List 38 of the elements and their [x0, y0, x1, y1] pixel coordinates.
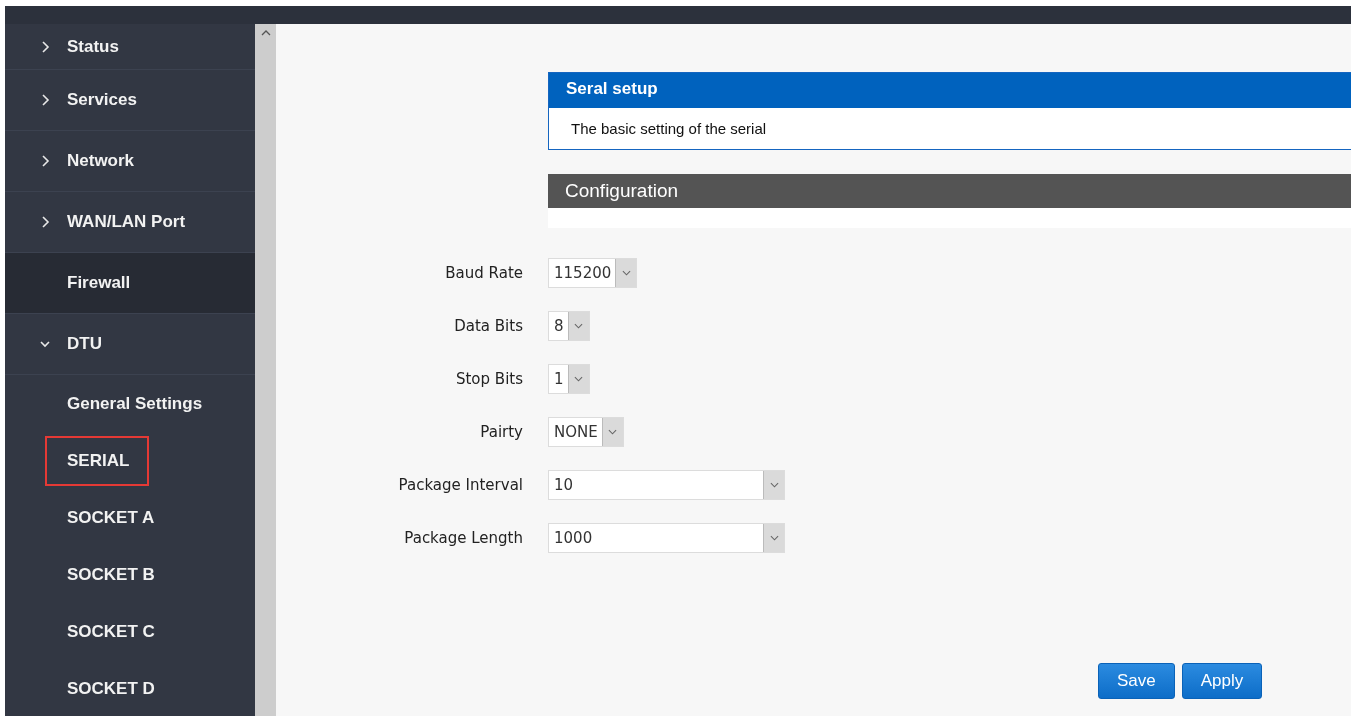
dropdown[interactable]: 1000: [548, 523, 785, 553]
dropdown[interactable]: NONE: [548, 417, 624, 447]
field-label: Baud Rate: [444, 264, 523, 282]
sidebar-item[interactable]: Firewall: [5, 253, 255, 314]
action-button[interactable]: Save: [1098, 663, 1175, 699]
sidebar-item[interactable]: SOCKET B: [5, 546, 255, 603]
caret-icon: [763, 471, 784, 499]
chevron-right-icon: [40, 155, 50, 167]
sidebar-item[interactable]: SOCKET A: [5, 489, 255, 546]
sidebar-item[interactable]: SERIAL: [5, 432, 255, 489]
caret-icon: [615, 259, 637, 287]
sidebar-item[interactable]: SOCKET D: [5, 660, 255, 716]
dropdown[interactable]: 10: [548, 470, 785, 500]
highlight-frame: SERIAL: [45, 435, 150, 486]
caret-icon: [567, 312, 589, 340]
card-description: The basic setting of the serial: [570, 119, 768, 139]
sidebar-item[interactable]: General Settings: [5, 375, 255, 432]
dropdown[interactable]: 8: [548, 311, 590, 341]
field-label: Stop Bits: [454, 370, 523, 388]
action-button[interactable]: Apply: [1181, 663, 1263, 699]
scroll-up-icon[interactable]: [260, 30, 271, 36]
card-title: Seral setup: [549, 73, 1351, 108]
dropdown[interactable]: 115200: [548, 258, 638, 288]
field-label: Package Interval: [397, 476, 523, 494]
scrollbar[interactable]: [255, 24, 276, 716]
dropdown[interactable]: 1: [548, 364, 590, 394]
field-label: Pairty: [479, 423, 523, 441]
field-label: Package Length: [403, 529, 523, 547]
field-label: Data Bits: [453, 317, 523, 335]
section-title: Configuration: [548, 174, 1351, 208]
caret-icon: [601, 418, 623, 446]
sidebar-item[interactable]: SOCKET C: [5, 603, 255, 660]
caret-icon: [763, 524, 784, 552]
caret-icon: [567, 365, 589, 393]
chevron-right-icon: [40, 216, 50, 228]
chevron-right-icon: [40, 40, 50, 53]
chevron-right-icon: [40, 94, 50, 106]
chevron-down-icon: [40, 338, 50, 350]
